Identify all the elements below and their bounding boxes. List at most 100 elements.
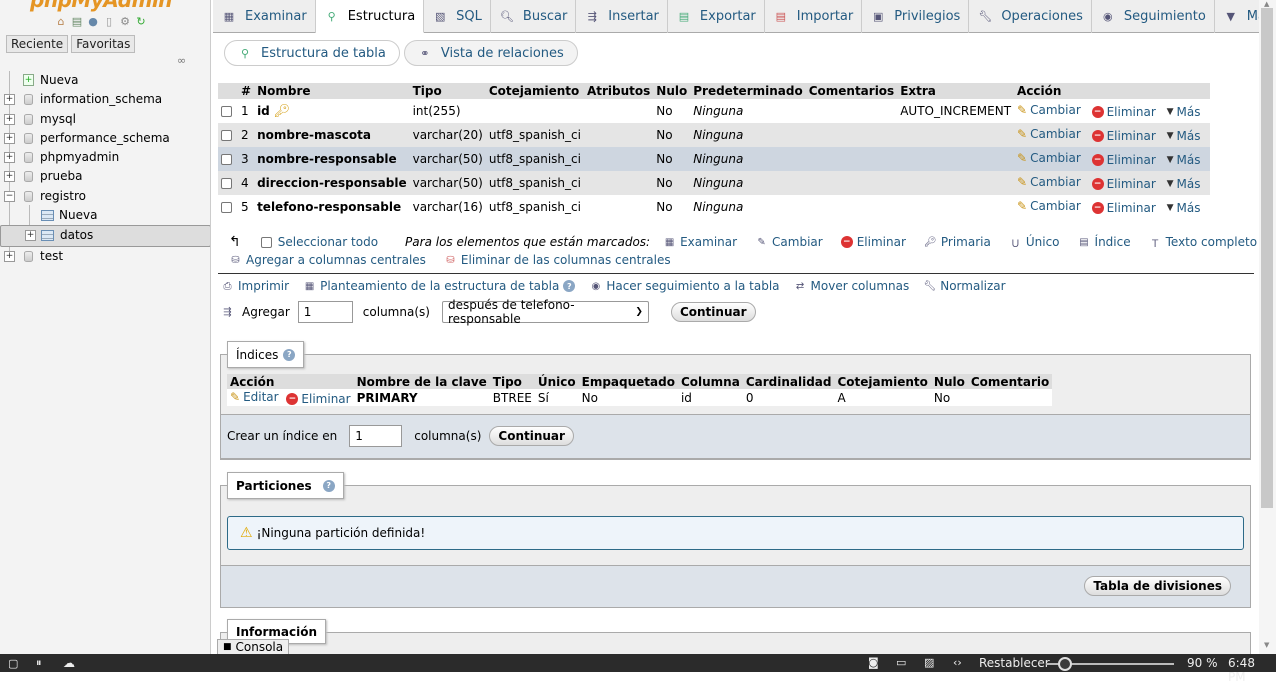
change-link[interactable]: ✎ Cambiar [1017,175,1081,189]
partition-table-button[interactable]: Tabla de divisiones [1084,576,1231,596]
expand-icon[interactable]: + [4,94,15,106]
taskbar-square-icon[interactable]: ▢ [8,657,18,670]
expand-icon[interactable]: + [4,251,15,263]
more-dropdown[interactable]: ▼ Más [1167,201,1201,215]
tree-item-new[interactable]: + Nueva [0,71,210,90]
tree-item-mysql[interactable]: + mysql [0,110,210,129]
tree-item-datos[interactable]: + datos [0,225,210,248]
tree-item-performance-schema[interactable]: + performance_schema [0,129,210,148]
taskbar-cloud-icon[interactable]: ☁ [63,656,75,670]
scroll-up-icon[interactable]: ▲ [1264,0,1269,8]
subtab-relation-view[interactable]: ⚭ Vista de relaciones [403,40,578,66]
tab-mas[interactable]: ▼Más [1215,0,1259,33]
tab-sql[interactable]: ▧ SQL [424,0,491,33]
tree-item-test[interactable]: + test [0,247,210,266]
delete-index-link[interactable]: − Eliminar [286,392,351,406]
delete-link[interactable]: − Eliminar [1091,129,1156,143]
expand-icon[interactable]: + [4,171,15,183]
bulk-fulltext-button[interactable]: Ｔ Texto completo [1149,235,1257,250]
subtab-table-structure[interactable]: ⚲ Estructura de tabla [224,40,400,66]
add-columns-continue-button[interactable]: Continuar [670,302,756,322]
tab-examinar[interactable]: ▦ Examinar [213,0,316,33]
row-checkbox[interactable] [221,130,232,141]
tab-operaciones[interactable]: 🔧︎ Operaciones [969,0,1092,33]
propose-structure-button[interactable]: ▦ Planteamiento de la estructura de tabla… [303,279,576,293]
tab-estructura[interactable]: ⚲ Estructura [315,0,425,33]
change-link[interactable]: ✎ Cambiar [1017,199,1081,213]
help-icon[interactable]: ? [283,348,296,361]
row-checkbox[interactable] [221,106,232,117]
code-icon[interactable]: ‹› [953,656,962,669]
tab-privilegios[interactable]: ▣ Privilegios [862,0,970,33]
help-icon[interactable]: ? [563,280,576,292]
change-link[interactable]: ✎ Cambiar [1017,151,1081,165]
tab-buscar[interactable]: 🔍︎ Buscar [491,0,577,33]
home-icon[interactable]: ⌂ [54,14,68,28]
tab-insertar[interactable]: ⇶ Insertar [576,0,668,33]
tab-importar[interactable]: ▤ Importar [765,0,863,33]
add-columns-position-select[interactable]: después de telefono-responsable ❯ [441,298,649,326]
bulk-change-button[interactable]: ✎ Cambiar [755,235,822,249]
table-row[interactable]: 2 nombre-mascota varchar(20) utf8_spanis… [218,123,1211,147]
settings-icon[interactable]: ⚙ [118,14,132,28]
row-checkbox[interactable] [221,154,232,165]
image-icon[interactable]: ▨ [924,656,934,669]
expand-icon[interactable]: + [25,230,36,242]
scrollbar-thumb[interactable] [1261,8,1273,508]
change-link[interactable]: ✎ Cambiar [1017,127,1081,141]
delete-link[interactable]: − Eliminar [1091,153,1156,167]
track-table-button[interactable]: ◉ Hacer seguimiento a la tabla [589,279,779,293]
bulk-browse-button[interactable]: ▦ Examinar [663,235,737,249]
create-index-continue-button[interactable]: Continuar [489,426,574,446]
help-icon[interactable]: ● [86,14,100,28]
reload-icon[interactable]: ↻ [134,14,148,28]
recent-tab[interactable]: Reciente [6,35,69,53]
normalize-button[interactable]: 🔧︎ Normalizar [923,279,1005,293]
change-link[interactable]: ✎ Cambiar [1017,103,1081,117]
tree-item-registro[interactable]: − registro [0,187,210,206]
move-columns-button[interactable]: ⇄ Mover columnas [794,279,909,293]
bulk-index-button[interactable]: ▤ Índice [1078,235,1130,249]
more-dropdown[interactable]: ▼ Más [1167,105,1201,119]
expand-icon[interactable]: + [4,113,15,125]
logo[interactable]: phpMyAdmin [30,0,172,12]
window-icon[interactable]: ▭ [896,656,906,669]
favorites-tab[interactable]: Favoritas [71,35,136,53]
help-icon[interactable]: ? [322,479,335,492]
more-dropdown[interactable]: ▼ Más [1167,177,1201,191]
expand-icon[interactable]: + [4,152,15,164]
bulk-primary-button[interactable]: 🔑︎ Primaria [924,235,991,249]
table-row[interactable]: 4 direccion-responsable varchar(50) utf8… [218,171,1211,195]
bulk-delete-button[interactable]: − Eliminar [840,235,906,249]
exit-icon[interactable]: ▤ [70,14,84,28]
tree-item-prueba[interactable]: + prueba [0,167,210,186]
create-index-count-input[interactable]: 1 [349,425,403,447]
edit-index-link[interactable]: ✎ Editar [230,390,279,404]
docs-icon[interactable]: ▯ [102,14,116,28]
more-dropdown[interactable]: ▼ Más [1167,153,1201,167]
row-checkbox[interactable] [221,178,232,189]
remove-central-columns-button[interactable]: ⛁ Eliminar de las columnas centrales [444,253,670,267]
select-all-checkbox[interactable] [260,236,272,248]
collapse-icon[interactable]: − [4,190,15,202]
table-row[interactable]: 1 id 🔑︎ int(255) No Ninguna AUTO_INCREME… [218,99,1211,123]
tree-item-new-table[interactable]: Nueva [0,206,210,225]
console-toggle[interactable]: ■ Consola [217,639,290,655]
bulk-unique-button[interactable]: Ｕ Único [1009,235,1059,250]
expand-icon[interactable]: + [4,132,15,144]
link-with-main-icon[interactable]: ∞ [177,54,186,67]
add-columns-count-input[interactable]: 1 [297,301,353,323]
delete-link[interactable]: − Eliminar [1091,201,1156,215]
row-checkbox[interactable] [221,202,232,213]
tab-exportar[interactable]: ▤ Exportar [668,0,765,33]
tree-item-phpmyadmin[interactable]: + phpmyadmin [0,148,210,167]
table-row[interactable]: 3 nombre-responsable varchar(50) utf8_sp… [218,147,1211,171]
tree-item-information-schema[interactable]: + information_schema [0,90,210,109]
scroll-down-icon[interactable]: ▼ [1264,641,1269,649]
restore-zoom-button[interactable]: Restablecer [979,656,1050,670]
table-row[interactable]: 5 telefono-responsable varchar(16) utf8_… [218,195,1211,219]
more-dropdown[interactable]: ▼ Más [1167,129,1201,143]
camera-icon[interactable]: ◙ [868,656,879,669]
select-all-label[interactable]: Seleccionar todo [278,235,378,249]
taskbar-pause-icon[interactable]: ⏸ [36,656,42,670]
